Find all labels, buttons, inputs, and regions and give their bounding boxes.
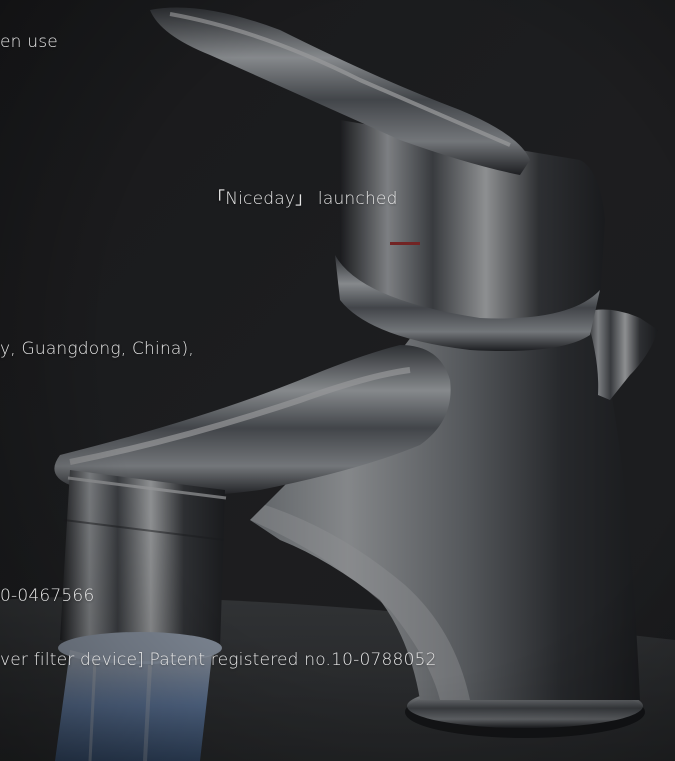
faucet-photo-art bbox=[0, 0, 675, 761]
text-line-5: ver filter device] Patent registered no.… bbox=[0, 650, 437, 670]
text-line-1: en use bbox=[0, 32, 58, 52]
text-line-3: y, Guangdong, China), bbox=[0, 339, 194, 359]
text-line-2: 「Niceday」 launched bbox=[208, 189, 398, 209]
text-line-4: 0-0467566 bbox=[0, 586, 95, 606]
